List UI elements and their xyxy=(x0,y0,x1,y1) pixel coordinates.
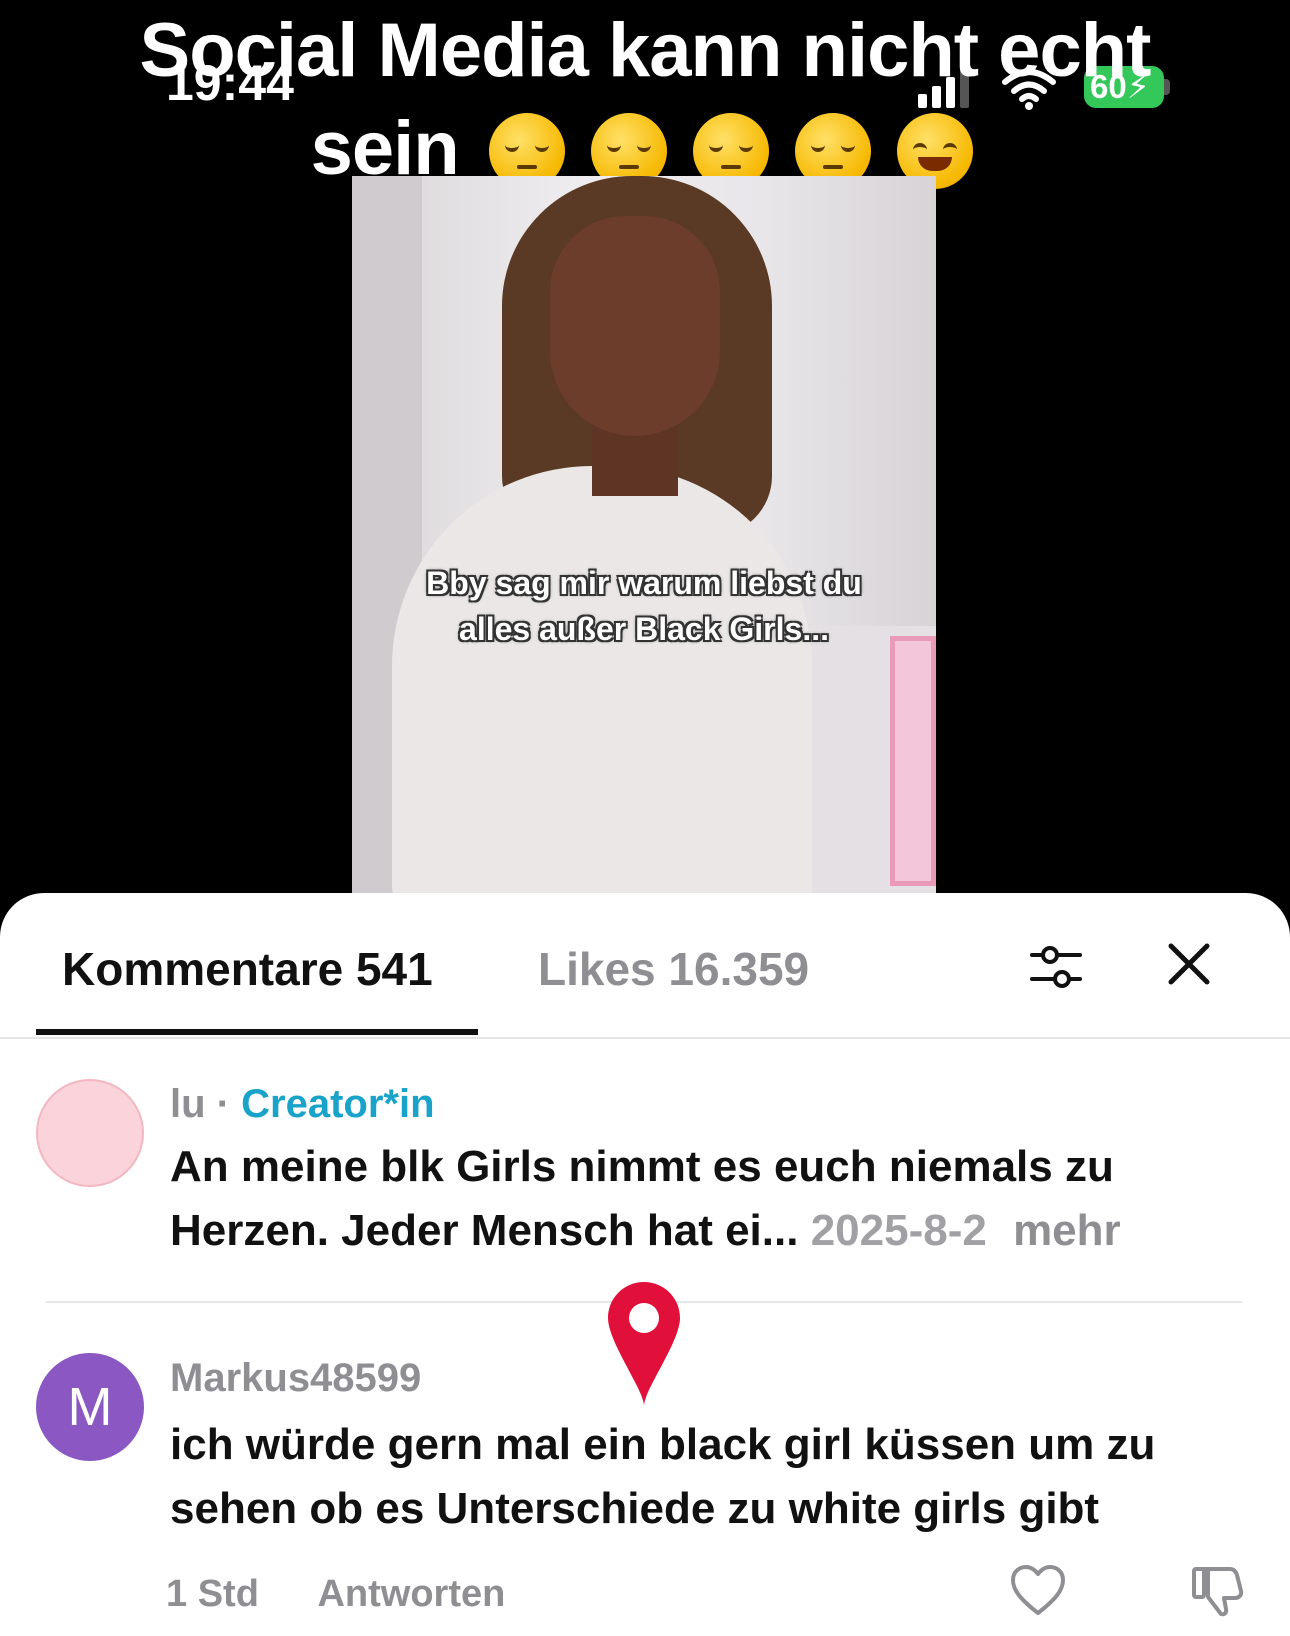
creator-badge: Creator*in xyxy=(241,1082,435,1126)
tab-likes[interactable]: Likes 16.359 xyxy=(538,941,809,997)
avatar[interactable]: M xyxy=(36,1353,144,1461)
comment-footer: 1 Std Antworten xyxy=(166,1569,505,1619)
video-caption-line2: alles außer Black Girls... xyxy=(459,611,829,647)
tabs-divider xyxy=(0,1037,1290,1039)
close-icon[interactable] xyxy=(1166,941,1212,987)
comment-text[interactable]: ich würde gern mal ein black girl küssen… xyxy=(170,1413,1210,1541)
comment-date: 2025-8-2 xyxy=(810,1206,987,1255)
comment-author[interactable]: Markus48599 xyxy=(170,1353,421,1403)
comment-author[interactable]: lu xyxy=(170,1082,206,1126)
comment-separator: · xyxy=(216,1082,230,1126)
filter-icon[interactable] xyxy=(1028,939,1084,995)
overlay-title-line1: Social Media kann nicht echt xyxy=(139,8,1152,93)
reply-button[interactable]: Antworten xyxy=(317,1573,505,1615)
comments-sheet: Kommentare 541 Likes 16.359 lu · Creator… xyxy=(0,893,1290,1636)
video-mirror xyxy=(890,636,936,886)
more-link[interactable]: mehr xyxy=(1013,1206,1121,1255)
heart-icon[interactable] xyxy=(1010,1565,1066,1617)
video-person-face xyxy=(550,216,720,436)
overlay-title: Social Media kann nicht echt sein xyxy=(0,0,1290,205)
tab-comments[interactable]: Kommentare 541 xyxy=(62,941,433,997)
video-caption: Bby sag mir warum liebst du alles außer … xyxy=(352,560,936,652)
comment-header: lu · Creator*in xyxy=(170,1079,435,1129)
comment-time: 1 Std xyxy=(166,1573,259,1615)
video-caption-line1: Bby sag mir warum liebst du xyxy=(426,565,862,601)
active-tab-indicator xyxy=(36,1029,478,1035)
comment-text[interactable]: An meine blk Girls nimmt es euch niemals… xyxy=(170,1135,1210,1263)
location-pin-icon xyxy=(608,1282,680,1406)
video-player[interactable]: Bby sag mir warum liebst du alles außer … xyxy=(352,176,936,906)
video-person-body xyxy=(392,466,812,906)
avatar[interactable] xyxy=(36,1079,144,1187)
dislike-icon[interactable] xyxy=(1190,1565,1246,1617)
